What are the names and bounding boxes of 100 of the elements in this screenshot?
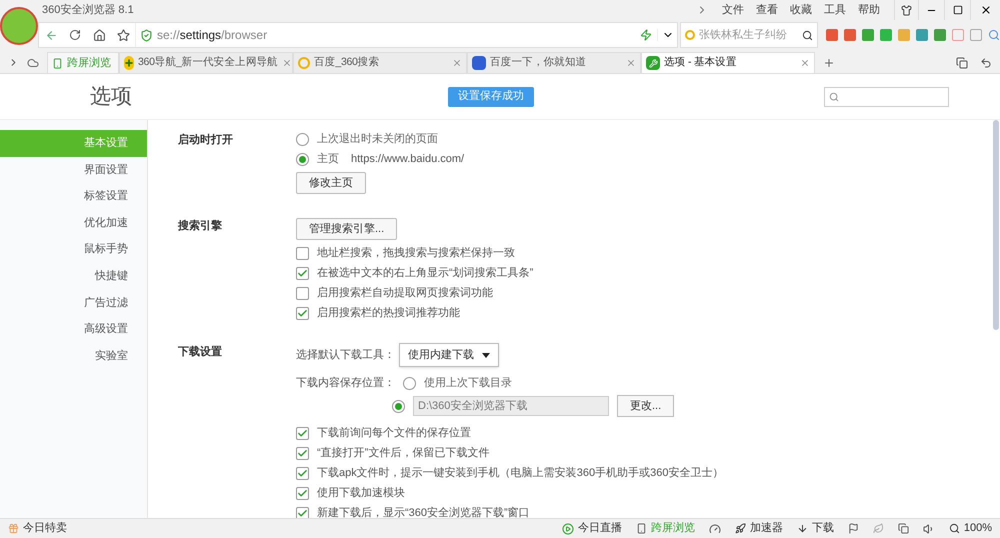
play-icon [562,522,574,534]
radio-label: 主页 [317,152,339,167]
download-tool-select[interactable]: 使用内建下载 [399,343,499,367]
extension-icon[interactable] [952,29,964,41]
checkbox-label: 启用搜索栏的热搜词推荐功能 [317,306,460,321]
phone-icon [636,523,647,534]
checkbox-label: “直接打开”文件后，保留已下载文件 [317,446,490,461]
checkbox[interactable] [296,306,309,320]
nav-item[interactable]: 实验室 [0,342,147,370]
radio-button[interactable] [403,376,416,390]
plus-icon [124,56,134,70]
tab-title: 选项 - 基本设置 [664,55,738,70]
radio-label: 使用上次下载目录 [424,376,512,391]
browser-tab[interactable]: 360导航_新一代安全上网导航 [119,52,293,73]
section-title: 启动时打开 [178,132,234,148]
extension-icon[interactable] [970,29,982,41]
tab-title: 百度一下，你就知道 [490,55,588,70]
search-icon[interactable] [988,29,1000,41]
menu-item[interactable]: 查看 [750,2,784,18]
nav-item[interactable]: 界面设置 [0,156,147,184]
browser-tab[interactable]: 百度一下，你就知道 [467,52,641,73]
nav-item[interactable]: 标签设置 [0,183,147,210]
homepage-url: https://www.baidu.com/ [351,152,464,167]
checkbox[interactable] [296,266,309,280]
radio-label: 上次退出时未关闭的页面 [317,132,438,147]
close-icon[interactable] [800,58,810,68]
checkbox-label: 使用下载加速模块 [317,486,405,501]
checkbox[interactable] [296,486,309,500]
checkbox[interactable] [296,446,309,460]
download-button[interactable]: 下载 [796,520,834,537]
search-icon [802,30,813,40]
cloud-icon[interactable] [27,56,39,68]
download-icon [796,523,808,534]
menu-item[interactable]: 文件 [716,2,750,18]
undo-icon[interactable] [980,56,992,68]
checkbox[interactable] [296,426,309,440]
checkbox[interactable] [296,286,309,300]
page-title: 选项 [90,84,132,110]
radio-button[interactable] [296,152,309,166]
checkbox[interactable] [296,466,309,480]
new-tab-icon[interactable] [823,56,835,68]
ring-icon [685,30,695,40]
nav-item[interactable]: 广告过滤 [0,290,147,316]
volume-icon[interactable] [922,522,935,534]
section-title: 下载设置 [178,344,223,360]
extension-icon[interactable] [844,29,856,41]
settings-button[interactable]: 管理搜索引擎... [296,218,398,240]
browser-tab[interactable]: 选项 - 基本设置 [641,52,815,73]
phone-icon [52,58,63,68]
checkbox-label: 启用搜索栏自动提取网页搜索词功能 [317,286,493,301]
scrollbar-thumb[interactable] [993,120,999,330]
reload-icon [69,29,81,41]
checkbox[interactable] [296,246,309,260]
ring-icon [298,57,310,69]
close-icon[interactable] [452,58,462,68]
status-link[interactable]: 今日特卖 [23,520,67,537]
change-button[interactable]: 更改... [617,395,674,417]
gift-icon [8,523,19,534]
extension-icon[interactable] [862,29,874,41]
download-path-field[interactable]: D:\360安全浏览器下载 [413,396,609,416]
leaf-icon[interactable] [872,523,884,534]
nav-item[interactable]: 高级设置 [0,316,147,343]
checkbox-label: 新建下载后，显示“360安全浏览器下载”窗口 [317,506,530,518]
extension-icon[interactable] [934,29,946,41]
settings-search-field[interactable] [824,86,949,106]
extension-icon[interactable] [826,29,838,41]
menu-item[interactable]: 收藏 [784,2,818,18]
close-icon[interactable] [282,58,292,68]
checkbox-label: 下载apk文件时，提示一键安装到手机（电脑上需安装360手机助手或360安全卫士） [317,466,724,481]
nav-item[interactable]: 优化加速 [0,210,147,236]
windows-icon[interactable] [956,56,968,68]
radio-button[interactable] [296,132,309,146]
search-text: 张铁林私生子纠纷 [699,28,788,43]
avatar-icon[interactable] [0,7,38,45]
gauge-icon[interactable] [708,522,721,534]
accelerator-button[interactable]: 加速器 [734,520,783,537]
menu-item[interactable]: 工具 [818,2,852,18]
zoom-button[interactable]: 100% [948,520,992,537]
caret-icon [482,352,490,358]
nav-item[interactable]: 鼠标手势 [0,236,147,263]
live-button[interactable]: 今日直播 [562,520,622,537]
flag-icon[interactable] [848,523,859,534]
checkbox[interactable] [296,506,309,518]
rocket-icon [734,523,746,534]
field-label: 下载内容保存位置： [296,376,395,391]
checkbox-label: 下载前询问每个文件的保存位置 [317,426,471,441]
nav-item[interactable]: 快捷键 [0,262,147,290]
settings-button[interactable]: 修改主页 [296,172,366,194]
menu-item[interactable]: 帮助 [852,2,886,18]
radio-button[interactable] [392,400,405,412]
star-icon [116,28,130,42]
browser-tab[interactable]: 百度_360搜索 [293,52,467,73]
windows-icon[interactable] [898,523,909,534]
shield-icon [140,28,153,42]
back-icon [44,28,58,42]
search-icon [829,92,839,102]
extension-icon[interactable] [916,29,928,41]
maximize-icon [952,5,962,15]
close-icon[interactable] [626,58,636,68]
home-icon [92,28,106,42]
